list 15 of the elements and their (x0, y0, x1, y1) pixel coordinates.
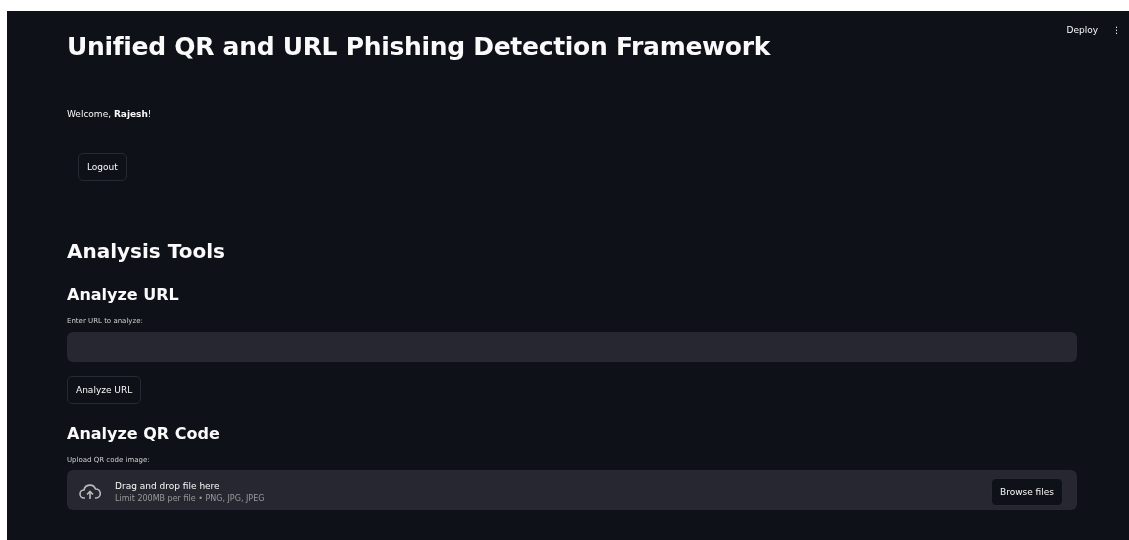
logout-button[interactable]: Logout (78, 153, 127, 181)
analyze-url-button[interactable]: Analyze URL (67, 376, 142, 404)
browse-files-button[interactable]: Browse files (990, 478, 1063, 506)
menu-icon[interactable]: ⋮ (1112, 25, 1121, 35)
deploy-link[interactable]: Deploy (1066, 25, 1098, 35)
page-title: Unified QR and URL Phishing Detection Framework (67, 32, 772, 61)
welcome-text: Welcome, Rajesh! (67, 109, 153, 119)
section-heading: Analysis Tools (67, 239, 226, 263)
section-heading: Analyze URL (67, 285, 180, 304)
section-heading: Analyze QR Code (67, 424, 221, 443)
url-input-field[interactable] (67, 332, 1077, 362)
drop-hint: Limit 200MB per file • PNG, JPG, JPEG (115, 494, 266, 503)
drop-title: Drag and drop file here (115, 481, 221, 491)
file-drop-zone[interactable]: Drag and drop file here Limit 200MB per file • PNG, JPG, JPEG Browse files (67, 470, 1077, 510)
cloud-upload-icon (79, 484, 101, 500)
